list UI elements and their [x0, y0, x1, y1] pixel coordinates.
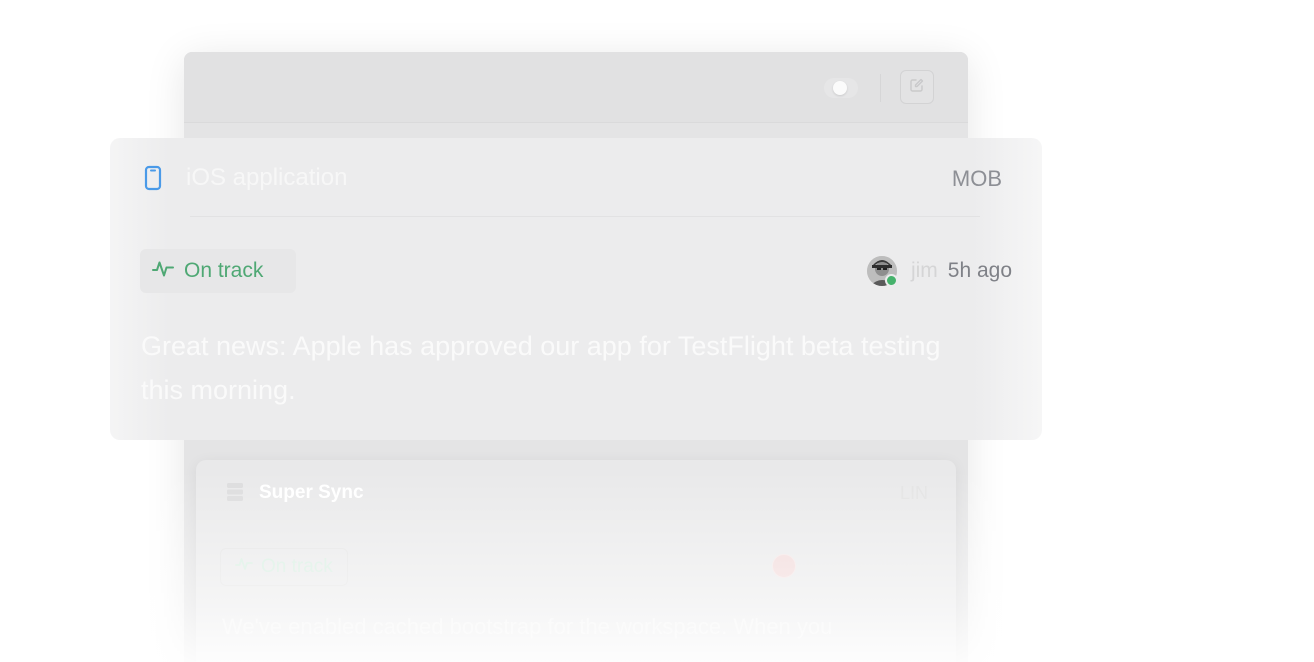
avatar[interactable]	[771, 554, 796, 578]
phone-icon	[144, 165, 162, 196]
card-divider	[190, 216, 980, 217]
new-update-button[interactable]	[900, 70, 934, 104]
database-icon	[226, 482, 244, 507]
author-name[interactable]: jim	[911, 259, 938, 283]
update-author: jim 5h ago	[866, 254, 1012, 288]
update-time: 5h ago	[947, 259, 1012, 282]
toolbar-divider	[880, 74, 881, 102]
status-label: On track	[261, 556, 333, 577]
background-titlebar	[184, 52, 968, 123]
online-status-indicator	[884, 274, 898, 287]
edit-icon	[909, 77, 925, 98]
update-body: Great news: Apple has approved our app f…	[141, 331, 941, 405]
update-author: tuomas 2h ago	[771, 554, 930, 578]
status-badge: On track	[140, 249, 296, 293]
toggle-knob	[833, 81, 847, 95]
activity-pulse-icon	[152, 259, 174, 284]
status-label: On track	[184, 259, 264, 282]
avatar[interactable]	[866, 256, 898, 287]
project-name[interactable]: Super Sync	[259, 482, 364, 504]
activity-pulse-icon	[235, 556, 253, 578]
update-body: We've enabled cached bootstrap for the w…	[222, 614, 833, 639]
toggle-switch[interactable]	[824, 78, 858, 98]
project-key: MOB	[951, 166, 1002, 191]
project-updates-stage: Super Sync LIN On track tuomas 2h ago We…	[0, 0, 1314, 662]
update-card-ios-application[interactable]: iOS application MOB On track jim 5h ago …	[110, 138, 1042, 440]
update-time: 2h ago	[874, 555, 930, 576]
author-name[interactable]: tuomas	[806, 556, 865, 577]
project-key: LIN	[899, 483, 928, 503]
project-name[interactable]: iOS application	[186, 164, 347, 192]
update-card-super-sync[interactable]: Super Sync LIN On track tuomas 2h ago We…	[196, 460, 956, 662]
status-badge: On track	[220, 548, 348, 586]
